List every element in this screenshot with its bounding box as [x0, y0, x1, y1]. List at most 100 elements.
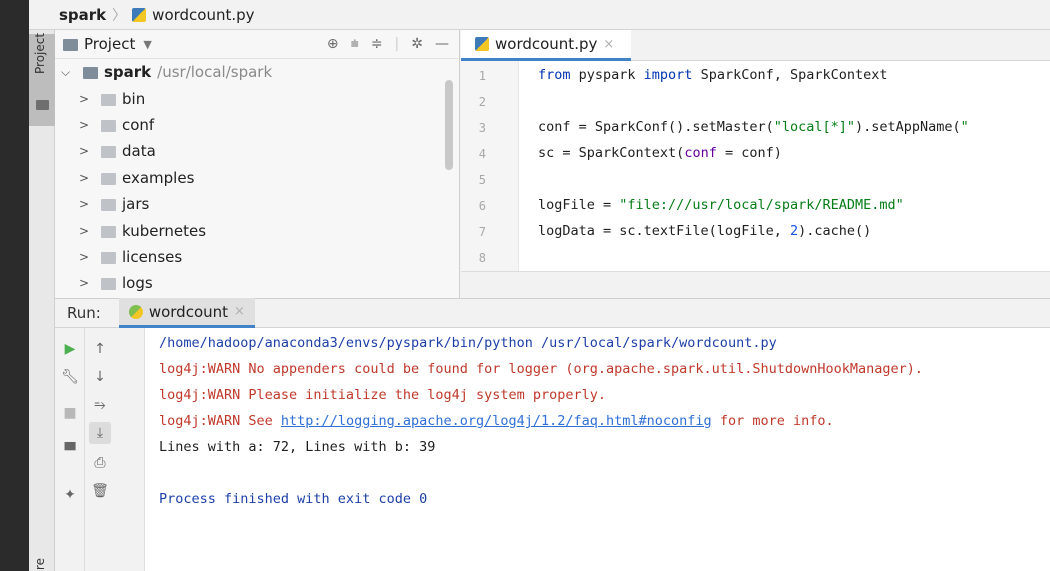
layout-icon[interactable]: ▀ [59, 440, 81, 462]
collapse-all-icon[interactable]: ⩧ [351, 36, 359, 52]
warn-prefix: log4j:WARN See [159, 413, 281, 429]
up-arrow-icon[interactable]: ↑ [89, 338, 111, 360]
tool-window-stripe: Project ure [29, 30, 55, 571]
breadcrumb-project[interactable]: spark [59, 6, 106, 24]
line-number: 4 [478, 147, 486, 161]
chevron-right-icon[interactable]: > [79, 118, 91, 132]
tree-root-spark[interactable]: ⌵ spark /usr/local/spark [61, 59, 459, 85]
line-number: 8 [478, 251, 486, 265]
tree-folder-examples[interactable]: > examples [61, 165, 459, 191]
code-token: 2 [789, 223, 799, 239]
folder-icon [101, 93, 116, 106]
editor-footer [461, 271, 1050, 298]
console-command-line: /home/hadoop/anaconda3/envs/pyspark/bin/… [159, 335, 777, 351]
console-warn-line: log4j:WARN See http://logging.apache.org… [159, 413, 834, 429]
code-token: = conf) [716, 145, 782, 161]
tree-folder-label: kubernetes [122, 221, 207, 240]
tree-folder-label: licenses [122, 247, 183, 266]
console-exit-line: Process finished with exit code 0 [159, 491, 428, 507]
console-warn-line: log4j:WARN Please initialize the log4j s… [159, 387, 607, 403]
scrollbar[interactable] [445, 80, 453, 170]
code-token: import [643, 67, 693, 83]
chevron-right-icon[interactable]: > [79, 171, 91, 185]
folder-icon [101, 146, 116, 159]
project-panel-header: Project ▼ ⊕ ⩧ ≑ | ✲ — [55, 30, 459, 59]
trash-icon[interactable]: 🗑︎ [89, 480, 111, 502]
chevron-right-icon[interactable]: > [79, 224, 91, 238]
project-panel: Project ▼ ⊕ ⩧ ≑ | ✲ — ⌵ spark /usr/local… [55, 30, 460, 298]
tree-folder-licenses[interactable]: > licenses [61, 244, 459, 270]
folder-icon [101, 278, 116, 291]
down-arrow-icon[interactable]: ↓ [89, 366, 111, 388]
wrench-icon[interactable]: 🔧︎ [59, 366, 81, 388]
close-icon[interactable]: × [603, 37, 614, 52]
code-line: sc = SparkContext(conf = conf) [538, 145, 782, 161]
expand-all-icon[interactable]: ≑ [371, 36, 383, 52]
line-number: 7 [478, 225, 486, 239]
scroll-to-end-icon[interactable]: ⤓ [89, 422, 111, 444]
project-view-selector[interactable]: Project [84, 35, 135, 53]
line-number: 2 [478, 95, 486, 109]
line-number: 5 [478, 173, 486, 187]
structure-tool-tab[interactable]: ure [33, 558, 47, 571]
project-tool-tab-label: Project [33, 32, 47, 74]
run-console: ▶ 🔧︎ ■ ▀ ✦ ↑ ↓ ⥱ ⤓ ⎙ 🗑︎ /home/hadoop/ana… [55, 328, 1050, 571]
run-toolbar-secondary: ↑ ↓ ⥱ ⤓ ⎙ 🗑︎ [85, 328, 145, 571]
tree-folder-logs[interactable]: > logs [61, 270, 459, 296]
chevron-right-icon[interactable]: > [79, 144, 91, 158]
python-file-icon [475, 37, 489, 51]
print-icon[interactable]: ⎙ [89, 452, 111, 474]
breadcrumb-separator-icon: 〉 [112, 7, 127, 24]
chevron-down-icon[interactable]: ▼ [143, 38, 151, 51]
console-warn-line: log4j:WARN No appenders could be found f… [159, 361, 924, 377]
tree-folder-data[interactable]: > data [61, 138, 459, 164]
stop-icon[interactable]: ■ [59, 402, 81, 424]
code-token: conf = SparkConf().setMaster( [538, 119, 774, 135]
tree-folder-label: logs [122, 274, 153, 293]
python-file-icon [132, 7, 147, 22]
console-output-line: Lines with a: 72, Lines with b: 39 [159, 439, 436, 455]
tree-folder-kubernetes[interactable]: > kubernetes [61, 217, 459, 243]
faq-link[interactable]: http://logging.apache.org/log4j/1.2/faq.… [281, 413, 712, 429]
soft-wrap-icon[interactable]: ⥱ [89, 394, 111, 416]
code-token: SparkConf, SparkContext [692, 67, 888, 83]
tab-wordcount-py[interactable]: wordcount.py × [461, 30, 631, 61]
chevron-right-icon[interactable]: > [79, 276, 91, 290]
chevron-right-icon[interactable]: > [79, 92, 91, 106]
line-number-gutter: 1 2 3 4 5 6 7 8 [461, 61, 519, 271]
tree-root-name: spark [104, 63, 152, 82]
editor-tab-bar: wordcount.py × [461, 30, 1050, 61]
tree-folder-label: bin [122, 89, 146, 108]
tree-folder-conf[interactable]: > conf [61, 112, 459, 138]
tab-label: wordcount.py [495, 35, 598, 53]
folder-icon [101, 199, 116, 212]
tree-folder-jars[interactable]: > jars [61, 191, 459, 217]
line-number: 1 [478, 69, 486, 83]
warn-suffix: for more info. [711, 413, 834, 429]
target-icon[interactable]: ⊕ [327, 36, 339, 52]
run-icon[interactable]: ▶ [59, 338, 81, 360]
chevron-right-icon[interactable]: > [79, 197, 91, 211]
line-number: 3 [478, 121, 486, 135]
line-number: 6 [478, 199, 486, 213]
project-tool-tab[interactable]: Project [29, 32, 55, 126]
code-editor[interactable]: 1 2 3 4 5 6 7 8 from pyspark import SparkConf, … [461, 61, 1050, 298]
tree-folder-bin[interactable]: > bin [61, 85, 459, 111]
chevron-down-icon[interactable]: ⌵ [61, 65, 73, 80]
project-view-icon [63, 39, 78, 51]
code-token: sc = SparkContext( [538, 145, 685, 161]
close-icon[interactable]: × [234, 304, 245, 319]
code-token: " [960, 119, 969, 135]
breadcrumb-file[interactable]: wordcount.py [152, 6, 254, 24]
minimize-icon[interactable]: — [435, 36, 449, 52]
pin-icon[interactable]: ✦ [59, 484, 81, 506]
tree-folder-label: jars [122, 195, 150, 214]
gear-icon[interactable]: ✲ [411, 36, 423, 52]
tree-root-path: /usr/local/spark [157, 63, 273, 82]
module-folder-icon [83, 67, 98, 80]
chevron-right-icon[interactable]: > [79, 250, 91, 264]
code-token: logFile = [538, 197, 620, 213]
python-run-icon [128, 304, 143, 319]
code-line: logFile = "file:///usr/local/spark/READM… [538, 197, 904, 213]
tab-run-wordcount[interactable]: wordcount × [118, 298, 255, 328]
